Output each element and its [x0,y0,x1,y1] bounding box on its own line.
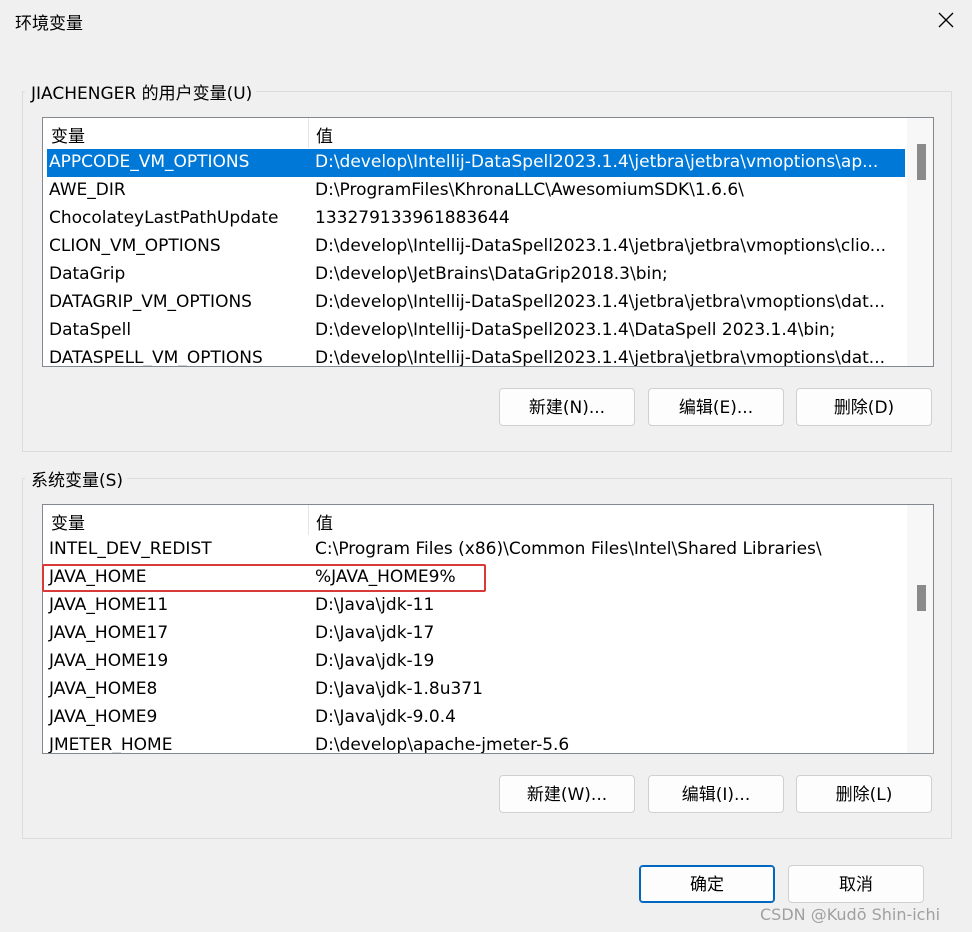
table-row[interactable]: JAVA_HOME %JAVA_HOME9% [43,564,905,592]
column-header-name[interactable]: 变量 [51,122,85,147]
environment-variables-dialog: 环境变量 JIACHENGER 的用户变量(U) 变量 值 APPCODE_VM… [0,0,972,932]
table-row[interactable]: DATASPELL_VM_OPTIONS D:\develop\Intellij-… [43,345,905,367]
variable-name-cell: DATAGRIP_VM_OPTIONS [49,292,252,312]
table-row[interactable]: JAVA_HOME9 D:\Java\jdk-9.0.4 [43,704,905,732]
user-variables-list[interactable]: 变量 值 APPCODE_VM_OPTIONS D:\develop\Intell… [42,117,934,367]
variable-value-cell: D:\develop\apache-jmeter-5.6 [315,735,570,754]
table-row[interactable]: DataGrip D:\develop\JetBrains\DataGrip201… [43,261,905,289]
variable-name-cell: APPCODE_VM_OPTIONS [49,152,250,172]
column-header-value[interactable]: 值 [316,509,333,534]
table-row[interactable]: JAVA_HOME11 D:\Java\jdk-11 [43,592,905,620]
variable-name-cell: JAVA_HOME11 [49,595,169,615]
variable-value-cell: D:\Java\jdk-17 [315,623,435,643]
table-row[interactable]: JAVA_HOME17 D:\Java\jdk-17 [43,620,905,648]
scrollbar-thumb[interactable] [917,144,926,180]
variable-name-cell: AWE_DIR [49,180,126,200]
variable-name-cell: CLION_VM_OPTIONS [49,236,221,256]
variable-value-cell: D:\develop\Intellij-DataSpell2023.1.4\je… [315,292,885,312]
system-delete-button[interactable]: 删除(L) [796,775,932,813]
table-row[interactable]: INTEL_DEV_REDIST C:\Program Files (x86)\C… [43,536,905,564]
column-header-name[interactable]: 变量 [51,509,85,534]
variable-name-cell: ChocolateyLastPathUpdate [49,208,279,228]
system-variables-list[interactable]: 变量 值 INTEL_DEV_REDIST C:\Program Files (x… [42,504,934,754]
column-header-value[interactable]: 值 [316,122,333,147]
variable-value-cell: D:\Java\jdk-1.8u371 [315,679,483,699]
column-divider[interactable] [308,505,309,535]
user-edit-button[interactable]: 编辑(E)... [648,388,784,426]
variable-value-cell: D:\develop\JetBrains\DataGrip2018.3\bin; [315,264,668,284]
variable-value-cell: D:\develop\Intellij-DataSpell2023.1.4\Da… [315,320,836,340]
table-row[interactable]: JAVA_HOME19 D:\Java\jdk-19 [43,648,905,676]
variable-value-cell: D:\Java\jdk-19 [315,651,435,671]
variable-name-cell: DataSpell [49,320,132,340]
table-row[interactable]: DATAGRIP_VM_OPTIONS D:\develop\Intellij-D… [43,289,905,317]
user-variables-legend: JIACHENGER 的用户变量(U) [25,79,257,104]
variable-value-cell: D:\develop\Intellij-DataSpell2023.1.4\je… [315,348,885,367]
title-bar: 环境变量 [0,0,972,40]
watermark: CSDN @Kudō Shin-ichi [760,905,941,924]
column-divider[interactable] [308,118,309,148]
variable-value-cell: %JAVA_HOME9% [315,567,456,587]
table-row[interactable]: CLION_VM_OPTIONS D:\develop\Intellij-Data… [43,233,905,261]
table-row[interactable]: JMETER_HOME D:\develop\apache-jmeter-5.6 [43,732,905,754]
variable-name-cell: JMETER_HOME [49,735,173,754]
variable-value-cell: D:\ProgramFiles\KhronaLLC\AwesomiumSDK\1… [315,180,744,200]
close-button[interactable] [930,4,962,36]
variable-name-cell: DATASPELL_VM_OPTIONS [49,348,263,367]
vertical-scrollbar[interactable] [907,118,933,366]
system-variables-legend: 系统变量(S) [25,466,128,491]
variable-value-cell: D:\develop\Intellij-DataSpell2023.1.4\je… [315,152,879,172]
variable-value-cell: 133279133961883644 [315,208,510,228]
ok-button[interactable]: 确定 [639,865,775,903]
system-new-button[interactable]: 新建(W)... [499,775,635,813]
variable-name-cell: JAVA_HOME19 [49,651,169,671]
variable-name-cell: DataGrip [49,264,126,284]
variable-name-cell: INTEL_DEV_REDIST [49,539,212,559]
table-row[interactable]: DataSpell D:\develop\Intellij-DataSpell20… [43,317,905,345]
list-header: 变量 值 [43,505,905,535]
close-icon [938,12,954,28]
variable-name-cell: JAVA_HOME [49,567,147,587]
table-row[interactable]: JAVA_HOME8 D:\Java\jdk-1.8u371 [43,676,905,704]
variable-value-cell: D:\develop\Intellij-DataSpell2023.1.4\je… [315,236,887,256]
list-header: 变量 值 [43,118,905,148]
cancel-button[interactable]: 取消 [788,865,924,903]
user-delete-button[interactable]: 删除(D) [796,388,932,426]
variable-value-cell: D:\Java\jdk-9.0.4 [315,707,456,727]
system-edit-button[interactable]: 编辑(I)... [648,775,784,813]
variable-value-cell: C:\Program Files (x86)\Common Files\Inte… [315,539,822,559]
variable-value-cell: D:\Java\jdk-11 [315,595,435,615]
user-new-button[interactable]: 新建(N)... [499,388,635,426]
variable-name-cell: JAVA_HOME17 [49,623,169,643]
table-row[interactable]: ChocolateyLastPathUpdate 1332791339618836… [43,205,905,233]
table-row[interactable]: APPCODE_VM_OPTIONS D:\develop\Intellij-Da… [47,149,905,177]
dialog-title: 环境变量 [15,14,83,34]
scrollbar-thumb[interactable] [917,585,926,611]
table-row[interactable]: AWE_DIR D:\ProgramFiles\KhronaLLC\Awesomi… [43,177,905,205]
variable-name-cell: JAVA_HOME8 [49,679,158,699]
vertical-scrollbar[interactable] [907,505,933,753]
variable-name-cell: JAVA_HOME9 [49,707,158,727]
